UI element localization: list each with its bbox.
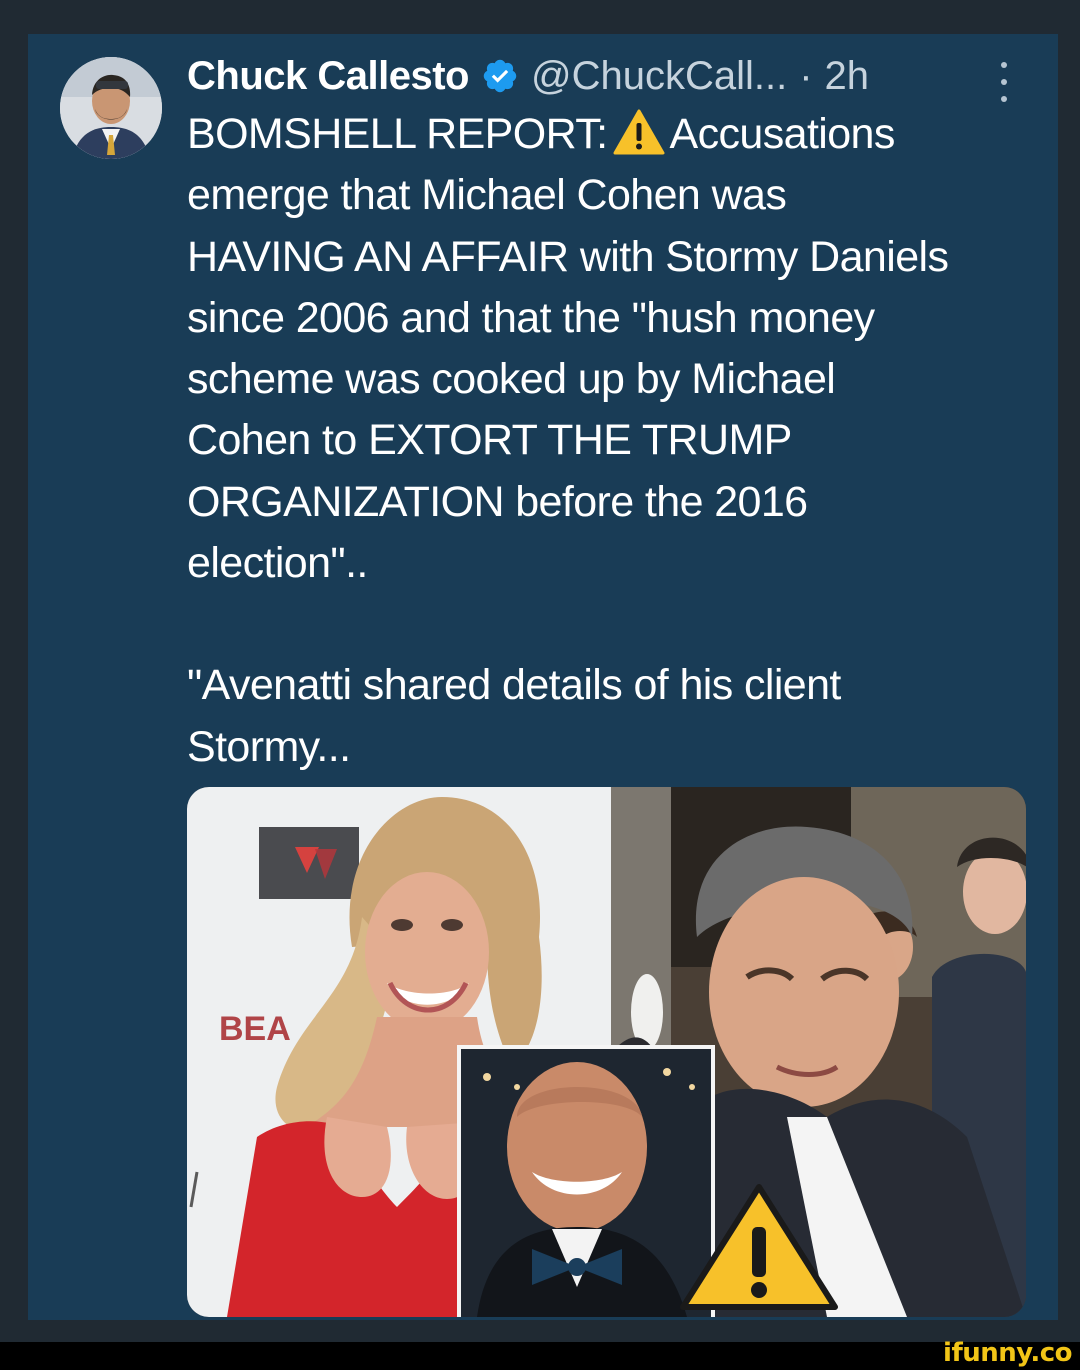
tweet-line: emerge that Michael Cohen was bbox=[187, 171, 787, 220]
tweet-text-segment: Accusations bbox=[669, 110, 896, 158]
tweet-line: Cohen to EXTORT THE TRUMP bbox=[187, 416, 792, 465]
ifunny-watermark: ifunny.co bbox=[943, 1338, 1072, 1368]
warning-icon bbox=[613, 109, 665, 155]
tweet-body: BOMSHELL REPORT: Accusations emerge that … bbox=[187, 104, 1037, 778]
tweet-line: HAVING AN AFFAIR with Stormy Daniels bbox=[187, 232, 949, 281]
tweet-media-image[interactable]: BEA bbox=[187, 787, 1026, 1317]
bottom-bar: ifunny.co bbox=[0, 1338, 1080, 1370]
tweet-line: "Avenatti shared details of his client bbox=[187, 661, 841, 710]
tweet-line: ORGANIZATION before the 2016 bbox=[187, 477, 808, 526]
author-avatar[interactable] bbox=[60, 57, 162, 159]
tweet-line: scheme was cooked up by Michael bbox=[187, 355, 836, 404]
tweet-text-segment: BOMSHELL REPORT: bbox=[187, 110, 608, 158]
tweet-header: Chuck Callesto @ChuckCall... · 2h bbox=[187, 48, 1027, 104]
tweet-line: election".. bbox=[187, 539, 368, 588]
backdrop-sign-text: BEA bbox=[219, 1010, 291, 1048]
tweet-line: BOMSHELL REPORT: Accusations bbox=[187, 104, 1037, 165]
author-handle[interactable]: @ChuckCall... bbox=[531, 54, 787, 99]
tweet-line: since 2006 and that the "hush money bbox=[187, 293, 875, 342]
tweet-line: Stormy... bbox=[187, 722, 351, 771]
screenshot-frame: Chuck Callesto @ChuckCall... · 2h BOMSHE… bbox=[0, 0, 1080, 1370]
header-separator: · bbox=[799, 53, 813, 98]
more-options-icon[interactable] bbox=[996, 62, 1012, 102]
author-display-name[interactable]: Chuck Callesto bbox=[187, 54, 469, 99]
verified-badge-icon bbox=[483, 59, 517, 93]
tweet-timestamp[interactable]: 2h bbox=[825, 54, 870, 99]
